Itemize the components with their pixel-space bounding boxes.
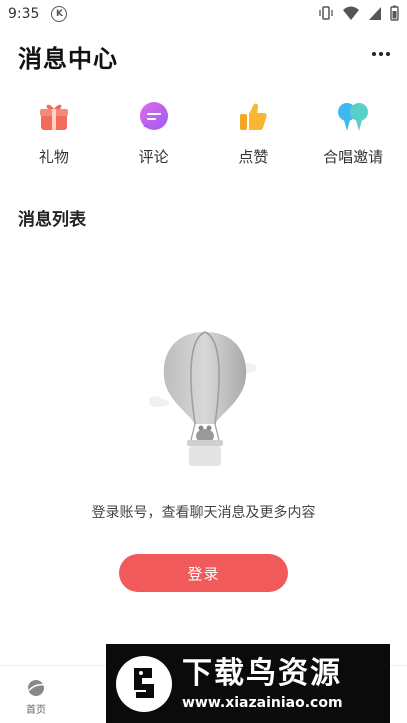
message-categories: 礼物 评论 点赞 合唱邀请 [0, 100, 407, 170]
category-like-label: 点赞 [238, 148, 269, 166]
tab-home-label: 首页 [26, 705, 46, 716]
more-options-button[interactable] [369, 44, 393, 64]
thumbs-up-icon [240, 103, 267, 130]
category-comment-label: 评论 [138, 148, 169, 166]
category-like[interactable]: 点赞 [208, 100, 298, 170]
more-dots-icon [372, 52, 376, 56]
page-title: 消息中心 [18, 45, 118, 73]
hot-air-balloon-icon [149, 331, 257, 466]
tab-home[interactable]: 首页 [1, 666, 71, 723]
duet-invite-icon [338, 103, 369, 131]
login-button[interactable]: 登录 [119, 554, 288, 592]
category-duet-invite[interactable]: 合唱邀请 [308, 100, 398, 170]
bird-logo-icon [116, 655, 172, 712]
category-comment[interactable]: 评论 [109, 100, 199, 170]
watermark-text: 下载鸟资源 www.xiazainiao.com [182, 655, 343, 711]
status-bar: 9:35 K [0, 0, 407, 28]
section-title: 消息列表 [18, 210, 86, 230]
vibrate-icon [319, 6, 333, 20]
comment-icon [139, 102, 168, 130]
signal-icon [369, 7, 381, 20]
watermark-title: 下载鸟资源 [182, 655, 342, 691]
watermark-url: www.xiazainiao.com [182, 694, 343, 711]
status-icons [318, 5, 399, 21]
header: 消息中心 [0, 30, 407, 80]
empty-state-message: 登录账号，查看聊天消息及更多内容 [91, 505, 316, 521]
battery-icon [390, 5, 399, 21]
gift-icon [39, 104, 68, 130]
watermark-banner: 下载鸟资源 www.xiazainiao.com [106, 644, 390, 723]
k-app-icon: K [51, 6, 68, 22]
home-planet-icon [27, 680, 46, 696]
wifi-icon [343, 6, 359, 20]
category-gift[interactable]: 礼物 [9, 100, 99, 170]
category-gift-label: 礼物 [38, 148, 69, 166]
category-duet-invite-label: 合唱邀请 [323, 148, 384, 166]
status-time: 9:35 [8, 6, 40, 22]
